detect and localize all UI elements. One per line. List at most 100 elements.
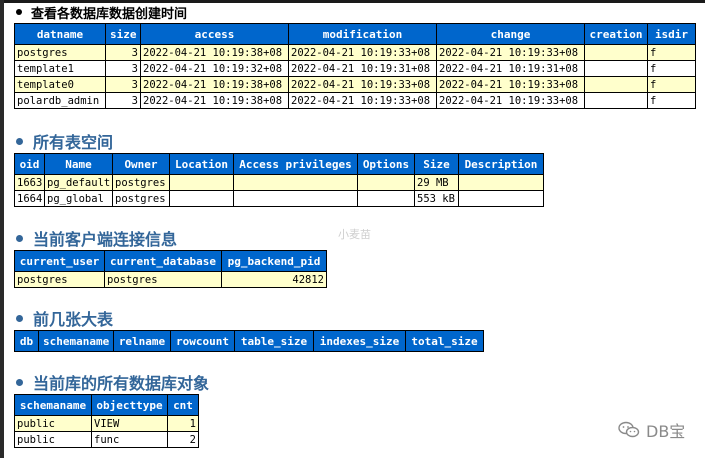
section-client-connection: 当前客户端连接信息 current_user current_database … <box>14 228 327 288</box>
bullet-icon <box>16 234 23 242</box>
table-cell: 553 kB <box>414 190 459 207</box>
table-cell <box>584 76 648 93</box>
table-cell <box>458 190 544 207</box>
table-cell <box>357 190 415 207</box>
table-cell: template0 <box>14 76 106 93</box>
table-cell: pg_global <box>44 190 113 207</box>
db-objects-table: schemaname objecttype cnt public VIEW 1 … <box>14 394 199 448</box>
column-header: modification <box>288 23 437 45</box>
table-cell: 2022-04-21 10:19:38+08 <box>140 44 289 61</box>
table-cell: 2022-04-21 10:19:33+08 <box>436 44 585 61</box>
table-cell: postgres <box>104 271 222 288</box>
column-header: Location <box>169 153 234 175</box>
column-header: pg_backend_pid <box>221 250 327 272</box>
column-header: Options <box>357 153 415 175</box>
table-cell <box>458 174 544 191</box>
table-cell: 1 <box>167 415 199 432</box>
table-cell <box>584 60 648 77</box>
table-cell: polardb_admin <box>14 92 106 109</box>
table-header-row: current_user current_database pg_backend… <box>14 250 327 272</box>
column-header: total_size <box>405 330 484 352</box>
bullet-icon <box>16 378 23 386</box>
table-cell: f <box>647 76 696 93</box>
table-cell: 2 <box>167 431 199 448</box>
table-cell: 42812 <box>221 271 327 288</box>
table-header-row: schemaname objecttype cnt <box>14 394 199 416</box>
table-cell: postgres <box>112 190 170 207</box>
table-row: postgres postgres 42812 <box>14 271 327 288</box>
table-cell: func <box>91 431 168 448</box>
section-title: 查看各数据库数据创建时间 <box>14 5 696 22</box>
table-cell: 3 <box>105 92 141 109</box>
bullet-icon <box>16 137 23 145</box>
section-large-tables: 前几张大表 db schemaname relname rowcount tab… <box>14 308 484 352</box>
section-db-creation-time: 查看各数据库数据创建时间 datname size access modific… <box>14 5 696 109</box>
table-cell: 1663 <box>14 174 45 191</box>
table-cell: 29 MB <box>414 174 459 191</box>
table-row: public func 2 <box>14 431 199 448</box>
table-header-row: oid Name Owner Location Access privilege… <box>14 153 544 175</box>
table-row: public VIEW 1 <box>14 415 199 432</box>
section-title: 前几张大表 <box>14 308 484 329</box>
table-cell <box>233 174 358 191</box>
table-row: postgres 3 2022-04-21 10:19:38+08 2022-0… <box>14 44 696 61</box>
section-tablespaces: 所有表空间 oid Name Owner Location Access pri… <box>14 131 544 207</box>
wechat-icon <box>618 421 640 438</box>
table-cell <box>169 190 234 207</box>
column-header: objecttype <box>91 394 168 416</box>
column-header: size <box>105 23 141 45</box>
db-creation-table: datname size access modification change … <box>14 23 696 109</box>
table-cell: 1664 <box>14 190 45 207</box>
table-row: polardb_admin 3 2022-04-21 10:19:38+08 2… <box>14 92 696 109</box>
table-cell: template1 <box>14 60 106 77</box>
section-title: 当前库的所有数据库对象 <box>14 372 210 393</box>
section-title: 所有表空间 <box>14 131 544 152</box>
table-cell: 3 <box>105 60 141 77</box>
column-header: oid <box>14 153 45 175</box>
table-cell: f <box>647 44 696 61</box>
table-cell <box>584 92 648 109</box>
table-cell: f <box>647 60 696 77</box>
center-watermark: 小麦苗 <box>338 228 371 241</box>
column-header: datname <box>14 23 106 45</box>
table-cell: 2022-04-21 10:19:33+08 <box>288 92 437 109</box>
table-row: 1664 pg_global postgres 553 kB <box>14 190 544 207</box>
table-cell: postgres <box>14 44 106 61</box>
table-header-row: db schemaname relname rowcount table_siz… <box>14 330 484 352</box>
table-cell: 2022-04-21 10:19:33+08 <box>288 44 437 61</box>
table-header-row: datname size access modification change … <box>14 23 696 45</box>
column-header: Owner <box>112 153 170 175</box>
table-cell: pg_default <box>44 174 113 191</box>
brand-watermark: DB宝 <box>618 418 685 442</box>
column-header: current_database <box>104 250 222 272</box>
section-title-text: 当前客户端连接信息 <box>33 230 178 249</box>
column-header: creation <box>584 23 648 45</box>
brand-watermark-text: DB宝 <box>646 422 686 441</box>
bullet-icon <box>16 314 23 322</box>
table-cell: 2022-04-21 10:19:31+08 <box>288 60 437 77</box>
table-cell: 2022-04-21 10:19:33+08 <box>436 92 585 109</box>
column-header: schemaname <box>38 330 114 352</box>
column-header: Size <box>414 153 459 175</box>
table-cell: 2022-04-21 10:19:31+08 <box>436 60 585 77</box>
column-header: cnt <box>167 394 199 416</box>
section-title-text: 所有表空间 <box>33 133 114 152</box>
column-header: change <box>436 23 585 45</box>
column-header: table_size <box>234 330 314 352</box>
table-cell: public <box>14 415 92 432</box>
bullet-icon <box>16 9 22 15</box>
client-connection-table: current_user current_database pg_backend… <box>14 250 327 288</box>
section-title-text: 查看各数据库数据创建时间 <box>31 6 188 22</box>
table-cell <box>233 190 358 207</box>
table-cell: f <box>647 92 696 109</box>
table-row: template1 3 2022-04-21 10:19:32+08 2022-… <box>14 60 696 77</box>
section-title-text: 当前库的所有数据库对象 <box>33 374 210 393</box>
table-cell: postgres <box>112 174 170 191</box>
column-header: schemaname <box>14 394 92 416</box>
section-title-text: 前几张大表 <box>33 310 114 329</box>
column-header: Name <box>44 153 113 175</box>
column-header: Access privileges <box>233 153 358 175</box>
large-tables-table: db schemaname relname rowcount table_siz… <box>14 330 484 352</box>
tablespace-table: oid Name Owner Location Access privilege… <box>14 153 544 207</box>
table-cell: 2022-04-21 10:19:33+08 <box>288 76 437 93</box>
